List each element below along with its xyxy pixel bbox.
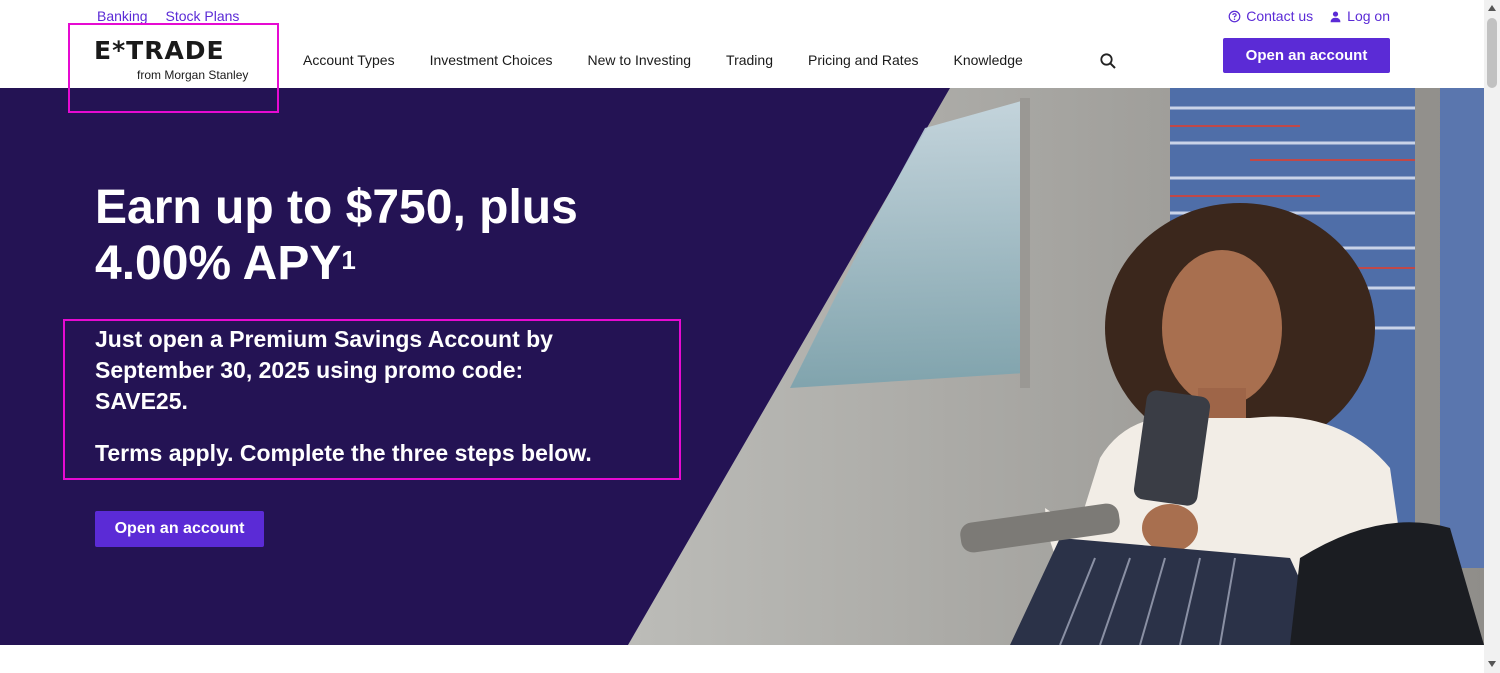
log-on-label: Log on [1347, 8, 1390, 24]
search-icon[interactable] [1099, 52, 1117, 70]
help-circle-icon [1228, 10, 1241, 22]
utility-links-right: Contact us Log on [1228, 8, 1390, 24]
utility-links-left: Banking Stock Plans [97, 8, 253, 24]
nav-item-knowledge[interactable]: Knowledge [954, 52, 1023, 68]
site-header: Banking Stock Plans Contact us Log on E*… [0, 0, 1484, 113]
nav-item-pricing-and-rates[interactable]: Pricing and Rates [808, 52, 919, 68]
scrollbar-thumb[interactable] [1487, 18, 1497, 88]
scroll-down-arrow-icon[interactable] [1488, 661, 1496, 667]
log-on-link[interactable]: Log on [1329, 8, 1390, 24]
banking-link[interactable]: Banking [97, 8, 148, 24]
scroll-up-arrow-icon[interactable] [1488, 5, 1496, 11]
main-nav: Account Types Investment Choices New to … [303, 52, 1023, 68]
open-account-hero-button[interactable]: Open an account [95, 511, 264, 547]
subtext-highlight-box [63, 319, 681, 480]
hero-headline: Earn up to $750, plus 4.00% APY1 [95, 180, 655, 292]
stock-plans-link[interactable]: Stock Plans [165, 8, 239, 24]
headline-footnote[interactable]: 1 [341, 245, 355, 275]
hero-content: Earn up to $750, plus 4.00% APY1 Just op… [0, 88, 1484, 645]
nav-item-account-types[interactable]: Account Types [303, 52, 395, 68]
nav-item-new-to-investing[interactable]: New to Investing [588, 52, 692, 68]
logo-highlight-box [68, 23, 279, 113]
headline-apy: 4.00% APY [95, 237, 342, 290]
page: Banking Stock Plans Contact us Log on E*… [0, 0, 1484, 673]
open-account-header-button[interactable]: Open an account [1223, 38, 1390, 73]
hero-banner: Earn up to $750, plus 4.00% APY1 Just op… [0, 88, 1484, 645]
headline-line-1: Earn up to $750, plus [95, 181, 578, 234]
headline-line-2: 4.00% APY1 [95, 236, 655, 292]
contact-us-label: Contact us [1246, 8, 1314, 24]
user-icon [1330, 10, 1341, 22]
nav-item-investment-choices[interactable]: Investment Choices [430, 52, 553, 68]
nav-item-trading[interactable]: Trading [726, 52, 773, 68]
contact-us-link[interactable]: Contact us [1228, 8, 1313, 24]
vertical-scrollbar[interactable] [1484, 0, 1500, 673]
